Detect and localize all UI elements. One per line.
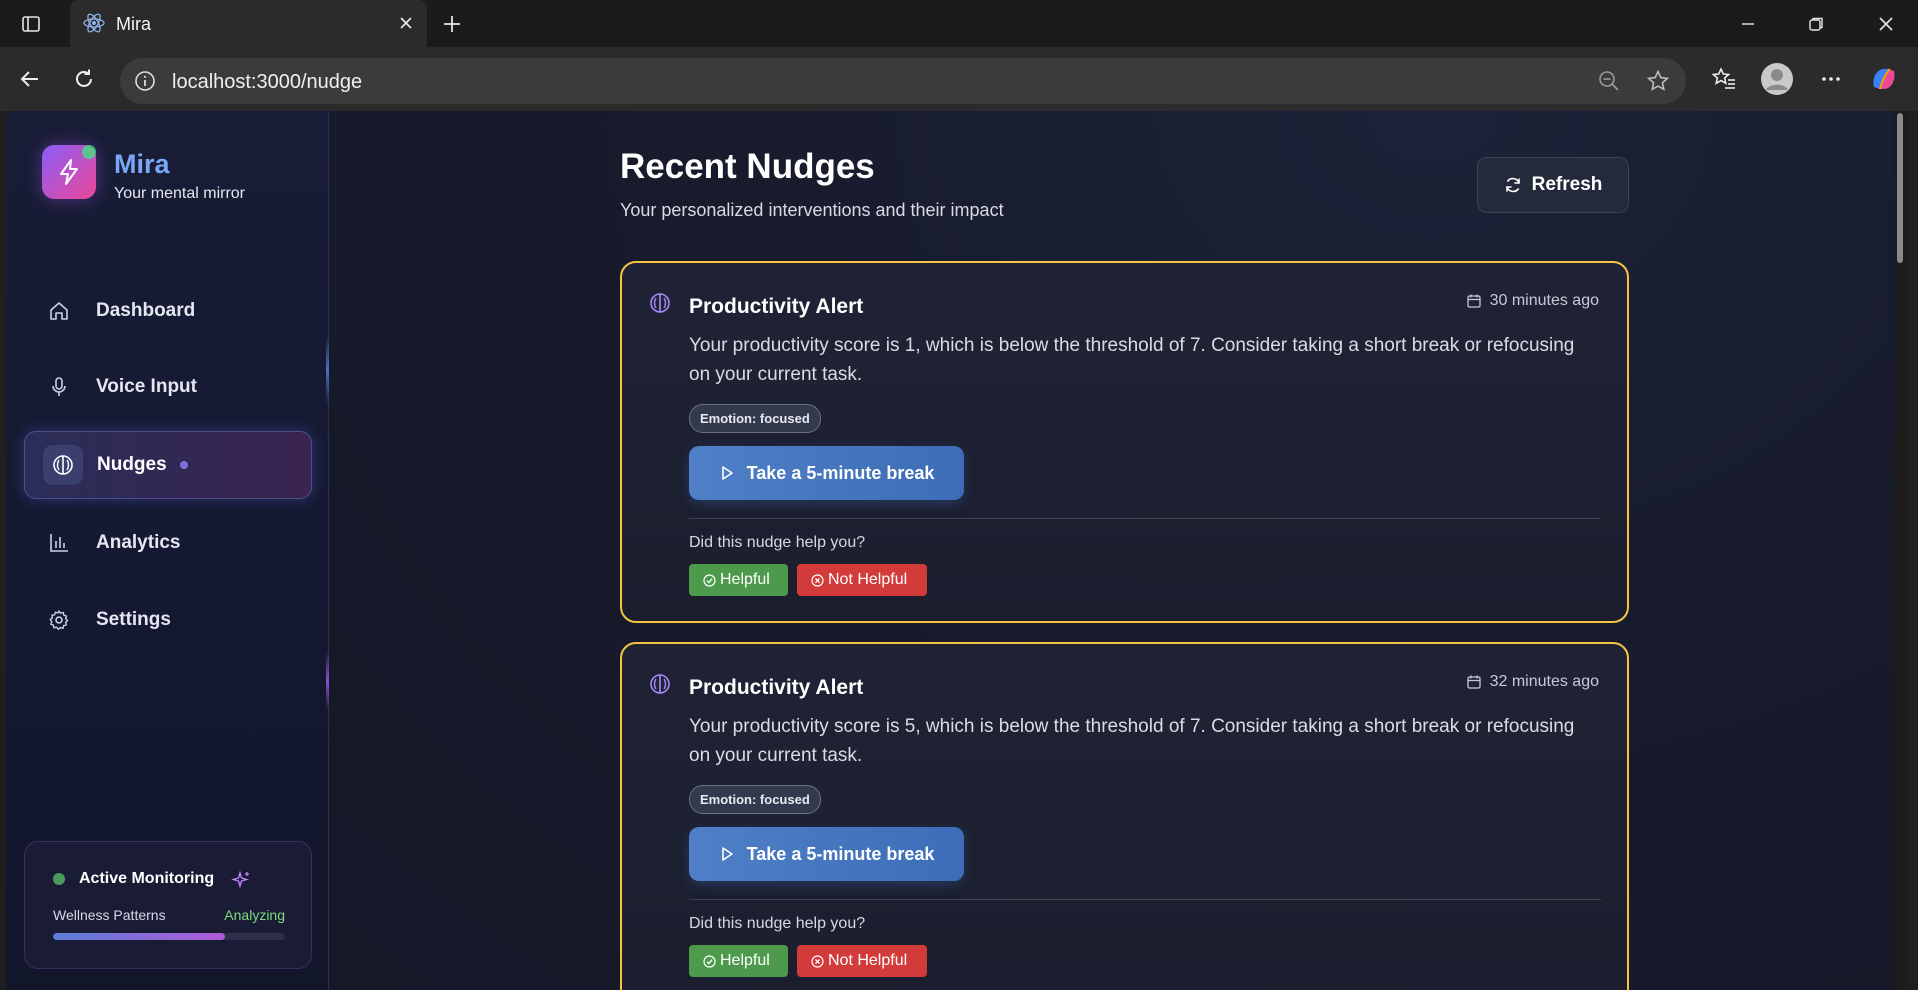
x-circle-icon — [811, 573, 824, 587]
monitoring-status-dot — [53, 873, 65, 885]
home-icon — [46, 298, 72, 324]
tab-actions-icon[interactable] — [16, 9, 46, 39]
take-break-label: Take a 5-minute break — [746, 462, 935, 483]
active-monitoring-panel: Active Monitoring Wellness Patterns Anal… — [24, 841, 312, 969]
not-helpful-label: Not Helpful — [828, 571, 908, 588]
sidebar-item-voice-input[interactable]: Voice Input — [24, 353, 312, 421]
zoom-out-icon[interactable] — [1596, 68, 1622, 94]
take-break-button[interactable]: Take a 5-minute break — [689, 827, 964, 881]
feedback-question: Did this nudge help you? — [689, 534, 866, 551]
x-circle-icon — [811, 954, 824, 968]
url-text: localhost:3000/nudge — [172, 71, 363, 93]
play-icon — [721, 466, 733, 480]
favorites-icon[interactable] — [1706, 61, 1742, 97]
feedback-question: Did this nudge help you? — [689, 915, 866, 932]
minimize-icon[interactable] — [1728, 8, 1768, 40]
nudge-time-text: 30 minutes ago — [1489, 292, 1599, 309]
not-helpful-button[interactable]: Not Helpful — [797, 945, 927, 977]
take-break-button[interactable]: Take a 5-minute break — [689, 446, 964, 500]
active-indicator-dot — [180, 461, 188, 469]
browser-tab[interactable]: Mira — [70, 0, 427, 47]
nudge-card: Productivity Alert 32 minutes ago Your p… — [620, 642, 1629, 990]
helpful-label: Helpful — [720, 952, 770, 969]
main-content: Recent Nudges Your personalized interven… — [329, 111, 1906, 990]
favorite-star-icon[interactable] — [1645, 68, 1671, 94]
reload-icon[interactable] — [66, 61, 102, 97]
page-scrollbar[interactable] — [1894, 111, 1906, 990]
address-bar[interactable]: localhost:3000/nudge — [120, 58, 1686, 104]
copilot-icon[interactable] — [1866, 61, 1902, 97]
sidebar-item-dashboard[interactable]: Dashboard — [24, 277, 312, 345]
refresh-icon — [1505, 177, 1520, 193]
helpful-button[interactable]: Helpful — [689, 564, 788, 596]
monitoring-title: Active Monitoring — [79, 870, 215, 887]
sidebar-item-nudges[interactable]: Nudges — [24, 431, 312, 499]
page-subtitle: Your personalized interventions and thei… — [620, 200, 1004, 220]
nudge-message: Your productivity score is 5, which is b… — [689, 716, 1575, 766]
tab-title: Mira — [116, 14, 151, 34]
wellness-progress-bar — [53, 933, 285, 940]
sidebar-item-label: Nudges — [97, 454, 167, 475]
nudge-card: Productivity Alert 30 minutes ago Your p… — [620, 261, 1629, 623]
lightning-icon — [60, 159, 78, 185]
more-options-icon[interactable] — [1813, 61, 1849, 97]
nudge-time-text: 32 minutes ago — [1489, 673, 1599, 690]
browser-toolbar: localhost:3000/nudge — [0, 47, 1918, 111]
refresh-label: Refresh — [1531, 174, 1603, 195]
not-helpful-button[interactable]: Not Helpful — [797, 564, 927, 596]
nudge-timestamp: 30 minutes ago — [1466, 292, 1599, 310]
page-title: Recent Nudges — [620, 147, 875, 186]
nudge-title: Productivity Alert — [689, 295, 864, 318]
app-viewport: Mira Your mental mirror Dashboard Voice … — [6, 111, 1906, 990]
nudge-timestamp: 32 minutes ago — [1466, 673, 1599, 691]
sidebar: Mira Your mental mirror Dashboard Voice … — [6, 111, 329, 990]
not-helpful-label: Not Helpful — [828, 952, 908, 969]
sidebar-item-label: Voice Input — [96, 376, 197, 397]
nudge-title: Productivity Alert — [689, 676, 864, 699]
sidebar-item-analytics[interactable]: Analytics — [24, 509, 312, 577]
brain-icon — [648, 672, 672, 696]
emotion-badge: Emotion: focused — [689, 785, 821, 814]
take-break-label: Take a 5-minute break — [746, 843, 935, 864]
sidebar-item-label: Dashboard — [96, 300, 196, 321]
analyzing-status: Analyzing — [224, 907, 285, 923]
helpful-button[interactable]: Helpful — [689, 945, 788, 977]
scrollbar-thumb[interactable] — [1897, 113, 1903, 263]
close-window-icon[interactable] — [1866, 8, 1906, 40]
brain-icon — [43, 445, 83, 485]
play-icon — [721, 847, 733, 861]
microphone-icon — [46, 374, 72, 400]
online-status-dot — [82, 145, 96, 159]
wellness-patterns-label: Wellness Patterns — [53, 907, 166, 923]
sidebar-item-label: Analytics — [96, 532, 181, 553]
brain-icon — [648, 291, 672, 315]
bar-chart-icon — [46, 530, 72, 556]
calendar-icon — [1466, 294, 1481, 308]
sparkles-icon — [231, 870, 251, 890]
check-circle-icon — [703, 954, 716, 968]
app-tagline: Your mental mirror — [114, 185, 246, 202]
card-divider — [689, 518, 1601, 519]
restore-icon[interactable] — [1796, 8, 1836, 40]
gear-icon — [46, 607, 72, 633]
card-divider — [689, 899, 1601, 900]
emotion-badge: Emotion: focused — [689, 404, 821, 433]
app-name: Mira — [114, 149, 170, 179]
sidebar-item-settings[interactable]: Settings — [24, 586, 312, 654]
check-circle-icon — [703, 573, 716, 587]
wellness-progress-fill — [53, 933, 225, 940]
refresh-button[interactable]: Refresh — [1477, 157, 1629, 213]
profile-avatar-icon[interactable] — [1757, 59, 1797, 99]
site-info-icon[interactable] — [132, 68, 158, 94]
browser-tab-bar: Mira — [0, 0, 1918, 47]
react-favicon-icon — [82, 11, 106, 35]
nudge-message: Your productivity score is 1, which is b… — [689, 335, 1575, 385]
calendar-icon — [1466, 675, 1481, 689]
helpful-label: Helpful — [720, 571, 770, 588]
back-icon[interactable] — [12, 61, 48, 97]
close-tab-icon[interactable] — [395, 12, 417, 34]
sidebar-item-label: Settings — [96, 609, 171, 630]
new-tab-icon[interactable] — [437, 9, 467, 39]
